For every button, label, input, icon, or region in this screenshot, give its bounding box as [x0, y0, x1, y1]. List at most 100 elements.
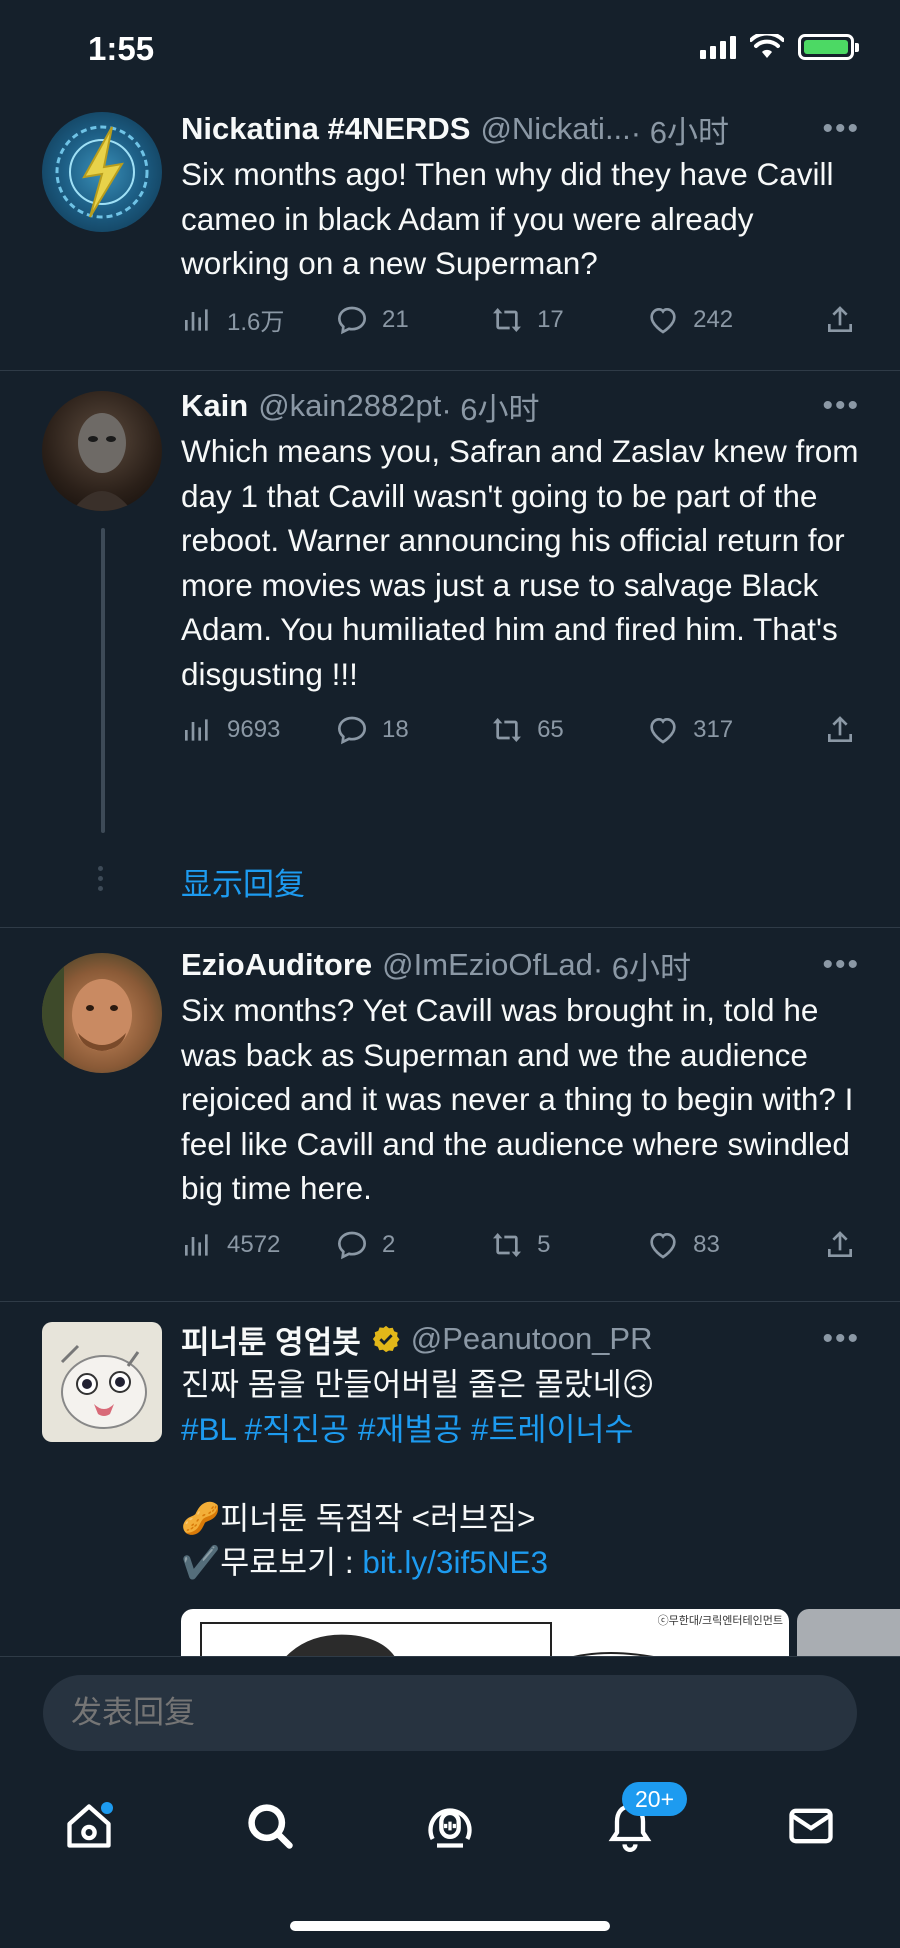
tweet-hashtags[interactable]: #BL #직진공 #재벌공 #트레이너수 — [181, 1407, 860, 1452]
status-time: 1:55 — [88, 30, 155, 67]
tweet[interactable]: 피너툰 영업봇 @Peanutoon_PR ••• 진짜 몸을 만들어버릴 줄은… — [0, 1302, 900, 1656]
tab-messages[interactable] — [781, 1796, 841, 1856]
tweet-time: · 6小时 — [592, 950, 692, 986]
author-handle[interactable]: @Nickati... — [480, 111, 630, 147]
status-icons — [700, 34, 859, 60]
author-handle[interactable]: @kain2882pt — [258, 388, 441, 424]
like-button[interactable]: 242 — [647, 304, 824, 336]
reply-input[interactable] — [43, 1675, 857, 1751]
like-count: 317 — [693, 716, 734, 743]
thread-more-dots — [98, 866, 103, 891]
more-options-icon[interactable]: ••• — [822, 948, 860, 982]
tweet-actions: 1.6万 21 17 242 — [181, 300, 860, 340]
tweet-text: Six months ago! Then why did they have C… — [181, 156, 834, 281]
more-options-icon[interactable]: ••• — [822, 389, 860, 423]
home-indicator — [290, 1921, 610, 1931]
like-count: 83 — [693, 1230, 720, 1258]
like-button[interactable]: 317 — [647, 714, 824, 746]
reply-button[interactable]: 18 — [336, 714, 491, 746]
views-icon — [185, 719, 208, 741]
tweet[interactable]: EzioAuditore @ImEzioOfLad · 6小时 ••• Six … — [0, 928, 900, 1302]
reply-button[interactable]: 21 — [336, 304, 491, 336]
reply-bar — [0, 1656, 900, 1766]
status-bar: 1:55 — [0, 0, 900, 96]
thread-line — [101, 528, 105, 833]
share-icon — [828, 1230, 852, 1257]
tweet-time: · 6小时 — [630, 114, 729, 150]
spaces-microphone-icon — [428, 1808, 472, 1848]
reply-icon — [338, 1231, 367, 1259]
share-button[interactable] — [824, 1229, 856, 1261]
media-preview[interactable]: ⓒ무한대/크릭엔터테인먼트 — [181, 1609, 789, 1656]
retweet-button[interactable]: 17 — [491, 304, 647, 336]
tweet-text-line: 🥜피너툰 독점작 <러브짐> — [181, 1499, 536, 1536]
views-button[interactable]: 9693 — [181, 714, 336, 746]
reply-button[interactable]: 2 — [336, 1229, 491, 1261]
tweet[interactable]: Nickatina #4NERDS @Nickati... · 6小时 ••• … — [0, 96, 900, 371]
share-button[interactable] — [824, 304, 856, 336]
reply-count: 21 — [382, 305, 409, 333]
views-button[interactable]: 1.6万 — [181, 302, 336, 337]
views-count: 9693 — [227, 716, 281, 743]
author-handle[interactable]: @Peanutoon_PR — [411, 1321, 653, 1357]
cellular-signal-icon — [700, 35, 736, 59]
retweet-icon — [493, 307, 522, 332]
tweet-link[interactable]: bit.ly/3if5NE3 — [362, 1544, 548, 1580]
show-replies-link[interactable]: 显示回复 — [181, 859, 305, 904]
home-unread-dot — [101, 1802, 113, 1814]
verified-badge-icon — [372, 1325, 400, 1353]
tab-spaces[interactable] — [420, 1796, 480, 1856]
media-credit: ⓒ무한대/크릭엔터테인먼트 — [657, 1615, 783, 1627]
tweet[interactable]: Kain @kain2882pt · 6小时 ••• Which means y… — [0, 371, 900, 928]
author-name[interactable]: Nickatina #4NERDS — [181, 111, 470, 147]
retweet-count: 65 — [537, 716, 564, 743]
reply-count: 18 — [382, 716, 409, 743]
reply-icon — [338, 716, 367, 745]
retweet-count: 5 — [537, 1230, 551, 1258]
reply-count: 2 — [382, 1230, 396, 1258]
retweet-button[interactable]: 5 — [491, 1229, 647, 1261]
views-count: 1.6万 — [227, 309, 285, 336]
tweet-actions: 4572 2 5 83 — [181, 1225, 860, 1265]
tweet-text: Six months? Yet Cavill was brought in, t… — [181, 992, 854, 1206]
media-preview-secondary[interactable] — [797, 1609, 900, 1656]
tab-search[interactable] — [240, 1796, 300, 1856]
tweet-text-line: ✔️무료보기 : bit.ly/3if5NE3 — [181, 1540, 860, 1585]
avatar[interactable] — [42, 953, 162, 1073]
battery-icon — [798, 34, 859, 60]
like-count: 242 — [693, 305, 734, 333]
retweet-icon — [493, 718, 522, 742]
more-options-icon[interactable]: ••• — [822, 112, 860, 146]
tab-home[interactable] — [59, 1796, 119, 1856]
tweet-text: Which means you, Safran and Zaslav knew … — [181, 433, 859, 692]
views-count: 4572 — [227, 1230, 281, 1258]
author-name[interactable]: Kain — [181, 388, 248, 424]
share-button[interactable] — [824, 714, 856, 746]
reply-feed[interactable]: Nickatina #4NERDS @Nickati... · 6小时 ••• … — [0, 96, 900, 1656]
tweet-time: · 6小时 — [441, 391, 540, 427]
views-button[interactable]: 4572 — [181, 1229, 336, 1261]
like-button[interactable]: 83 — [647, 1229, 824, 1261]
retweet-count: 17 — [537, 305, 564, 333]
more-options-icon[interactable]: ••• — [822, 1322, 860, 1356]
heart-icon — [650, 307, 676, 334]
reply-icon — [338, 306, 367, 334]
avatar[interactable] — [42, 1322, 162, 1442]
tweet-text-line: 진짜 몸을 만들어버릴 줄은 몰랐네🙃 — [181, 1366, 655, 1402]
tweet-actions: 9693 18 65 317 — [181, 710, 860, 750]
author-name[interactable]: EzioAuditore — [181, 947, 372, 983]
heart-icon — [650, 1232, 676, 1259]
author-name[interactable]: 피너툰 영업봇 — [181, 1317, 361, 1362]
tab-notifications[interactable]: 20+ — [600, 1782, 688, 1856]
notifications-badge: 20+ — [622, 1782, 688, 1816]
free-view-label: ✔️무료보기 : — [181, 1544, 363, 1580]
avatar[interactable] — [42, 391, 162, 511]
retweet-button[interactable]: 65 — [491, 714, 647, 746]
author-handle[interactable]: @ImEzioOfLad — [382, 947, 593, 983]
avatar[interactable] — [42, 112, 162, 232]
views-icon — [185, 1233, 208, 1256]
share-icon — [828, 305, 852, 332]
share-icon — [828, 716, 852, 742]
envelope-icon — [789, 1808, 833, 1844]
